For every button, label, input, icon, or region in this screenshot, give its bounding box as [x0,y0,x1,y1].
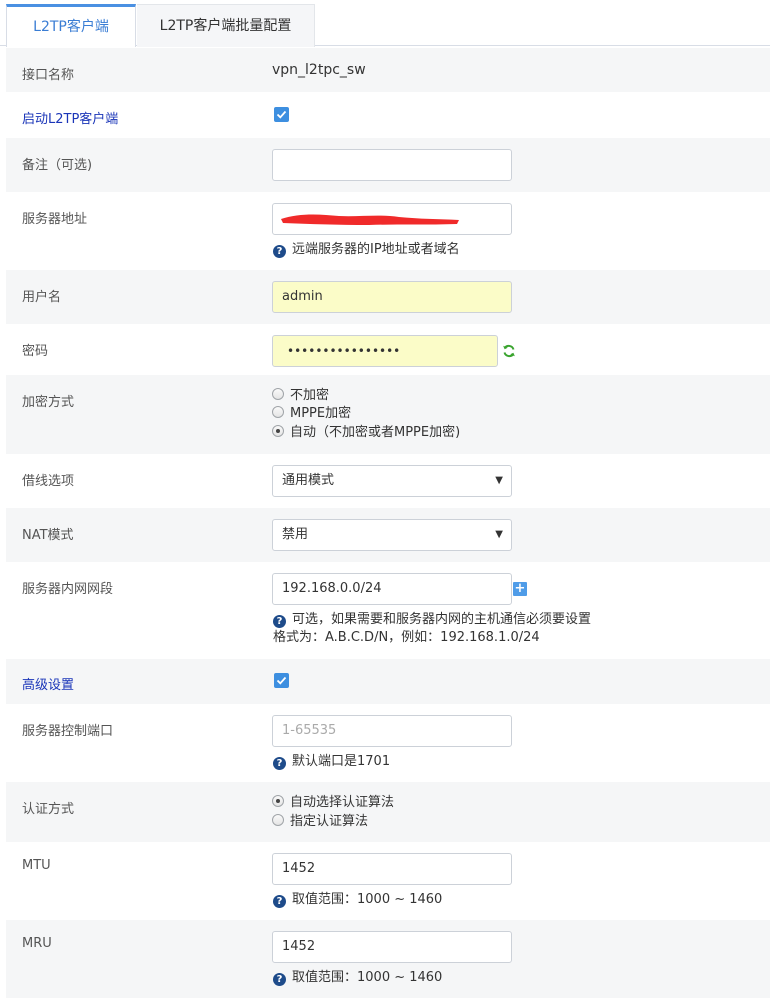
server-address-hint-text: 远端服务器的IP地址或者域名 [292,242,460,257]
dropdown-arrow-icon: ▼ [495,475,503,486]
auth-option-specify[interactable]: 指定认证算法 [272,813,368,831]
server-lan-label: 服务器内网网段 [22,582,114,597]
line-option-label: 借线选项 [22,474,75,489]
username-label: 用户名 [22,290,62,305]
help-icon: ? [273,245,286,258]
interface-name-label: 接口名称 [22,68,75,83]
server-lan-input[interactable]: 192.168.0.0/24 [272,573,512,605]
control-port-label: 服务器控制端口 [22,724,114,739]
auth-option-auto[interactable]: 自动选择认证算法 [272,794,394,812]
help-icon: ? [273,895,286,908]
server-address-input[interactable] [272,203,512,235]
help-icon: ? [273,973,286,986]
advanced-checkbox[interactable] [274,673,289,688]
mru-hint: ? 取值范围：1000 ~ 1460 [273,969,442,987]
username-input[interactable]: admin [272,281,512,313]
mru-hint-text: 取值范围：1000 ~ 1460 [292,970,443,985]
encryption-option-label: 自动（不加密或者MPPE加密) [290,425,461,440]
row-interface-name: 接口名称 vpn_l2tpc_sw [6,48,770,92]
dropdown-arrow-icon: ▼ [495,529,503,540]
control-port-hint: ? 默认端口是1701 [273,753,390,771]
mru-label: MRU [22,936,52,951]
encryption-label: 加密方式 [22,395,75,410]
mtu-hint-text: 取值范围：1000 ~ 1460 [292,892,443,907]
nat-mode-select[interactable]: 禁用 ▼ [272,519,512,551]
server-address-label: 服务器地址 [22,212,88,227]
row-username: 用户名 admin [6,270,770,324]
tab-bar: L2TP客户端 L2TP客户端批量配置 [0,0,770,47]
control-port-input[interactable]: 1-65535 [272,715,512,747]
server-address-hint: ? 远端服务器的IP地址或者域名 [273,241,460,259]
line-option-value: 通用模式 [282,473,335,488]
radio-icon [272,406,284,418]
mtu-input[interactable]: 1452 [272,853,512,885]
row-encryption: 加密方式 不加密 MPPE加密 自动（不加密或者MPPE加密) [6,375,770,454]
row-nat-mode: NAT模式 禁用 ▼ [6,508,770,562]
row-advanced: 高级设置 [6,659,770,704]
auth-option-label: 自动选择认证算法 [290,795,395,810]
remark-input[interactable] [272,149,512,181]
row-mru: MRU 1452 ? 取值范围：1000 ~ 1460 [6,920,770,998]
interface-name-value: vpn_l2tpc_sw [272,62,366,78]
radio-selected-icon [272,795,284,807]
nat-mode-value: 禁用 [282,527,309,542]
password-input[interactable]: •••••••••••••••• [272,335,498,367]
radio-icon [272,814,284,826]
radio-icon [272,388,284,400]
advanced-label: 高级设置 [22,678,75,693]
enable-client-checkbox[interactable] [274,107,289,122]
tab-l2tp-client[interactable]: L2TP客户端 [6,4,136,47]
tab-l2tp-batch-config[interactable]: L2TP客户端批量配置 [137,4,315,47]
row-server-address: 服务器地址 ? 远端服务器的IP地址或者域名 [6,192,770,270]
help-icon: ? [273,757,286,770]
row-enable-client: 启动L2TP客户端 [6,92,770,138]
row-control-port: 服务器控制端口 1-65535 ? 默认端口是1701 [6,704,770,782]
encryption-option-auto[interactable]: 自动（不加密或者MPPE加密) [272,424,460,442]
line-option-select[interactable]: 通用模式 ▼ [272,465,512,497]
refresh-password-icon[interactable] [502,344,516,358]
mru-input[interactable]: 1452 [272,931,512,963]
encryption-option-none[interactable]: 不加密 [272,387,329,405]
control-port-hint-text: 默认端口是1701 [292,754,391,769]
auth-option-label: 指定认证算法 [290,814,369,829]
remark-label: 备注（可选) [22,158,93,173]
radio-selected-icon [272,425,284,437]
encryption-option-label: MPPE加密 [290,406,352,421]
row-password: 密码 •••••••••••••••• [6,324,770,375]
nat-mode-label: NAT模式 [22,528,74,543]
redaction-mark [281,214,459,225]
row-mtu: MTU 1452 ? 取值范围：1000 ~ 1460 [6,842,770,920]
row-server-lan: 服务器内网网段 192.168.0.0/24 + ? 可选，如果需要和服务器内网的… [6,562,770,659]
encryption-option-label: 不加密 [290,388,330,403]
server-lan-hint-text: 可选，如果需要和服务器内网的主机通信必须要设置 [292,612,592,627]
mtu-hint: ? 取值范围：1000 ~ 1460 [273,891,442,909]
enable-client-label: 启动L2TP客户端 [22,112,119,127]
server-lan-format-hint: 格式为：A.B.C.D/N，例如：192.168.1.0/24 [273,630,540,645]
row-auth-method: 认证方式 自动选择认证算法 指定认证算法 [6,782,770,842]
mtu-label: MTU [22,858,51,873]
add-subnet-icon[interactable]: + [513,582,527,596]
server-lan-hint: ? 可选，如果需要和服务器内网的主机通信必须要设置 [273,611,591,629]
password-label: 密码 [22,344,49,359]
help-icon: ? [273,615,286,628]
auth-method-label: 认证方式 [22,802,75,817]
encryption-option-mppe[interactable]: MPPE加密 [272,405,351,423]
row-line-option: 借线选项 通用模式 ▼ [6,454,770,508]
row-remark: 备注（可选) [6,138,770,192]
